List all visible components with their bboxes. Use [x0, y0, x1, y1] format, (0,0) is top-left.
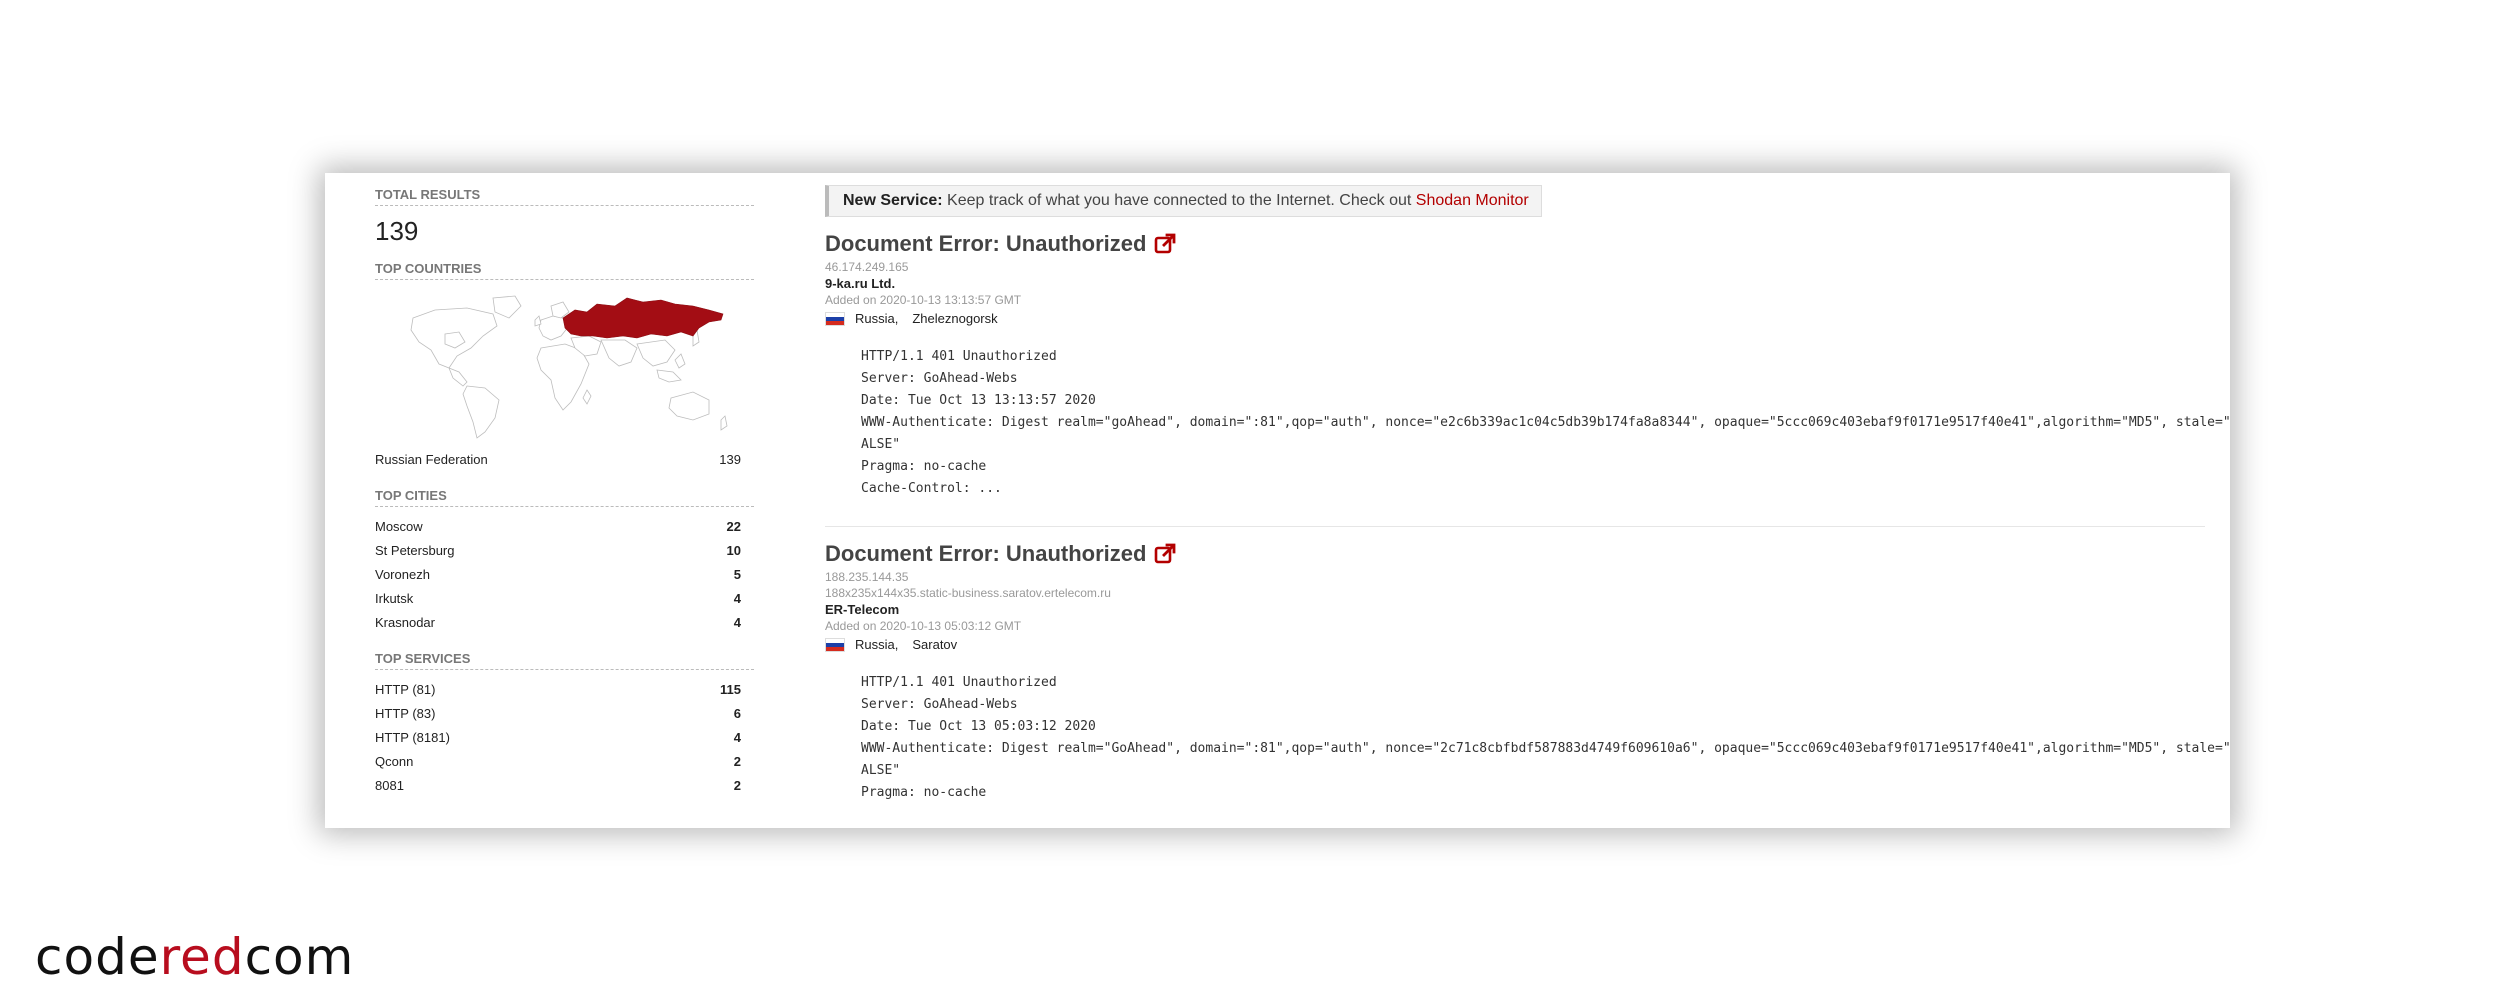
service-name[interactable]: 8081 — [375, 774, 404, 798]
service-count: 6 — [733, 706, 741, 721]
city-count: 10 — [726, 543, 741, 558]
result-divider — [825, 526, 2205, 527]
result-title[interactable]: Document Error: Unauthorized — [825, 231, 2205, 257]
notice-label: New Service: — [843, 192, 943, 209]
service-row[interactable]: Qconn 2 — [375, 750, 754, 774]
shodan-monitor-link[interactable]: Shodan Monitor — [1416, 192, 1529, 209]
result-country[interactable]: Russia, — [855, 311, 898, 326]
results-column: New Service: Keep track of what you have… — [825, 185, 2230, 804]
countries-list: Russian Federation 139 — [375, 448, 754, 472]
russia-flag-icon — [825, 311, 845, 326]
result-banner: HTTP/1.1 401 Unauthorized Server: GoAhea… — [861, 675, 2230, 800]
city-count: 5 — [733, 567, 741, 582]
city-row[interactable]: Voronezh 5 — [375, 563, 754, 587]
city-row[interactable]: Krasnodar 4 — [375, 611, 754, 635]
world-map[interactable] — [375, 290, 754, 440]
result-added-date: Added on 2020-10-13 05:03:12 GMT — [825, 619, 1022, 633]
external-link-icon[interactable] — [1154, 543, 1176, 565]
city-count: 22 — [726, 519, 741, 534]
cities-list: Moscow 22 St Petersburg 10 Voronezh 5 Irkut… — [375, 515, 754, 635]
service-count: 2 — [733, 754, 741, 769]
total-results-value: 139 — [375, 216, 419, 246]
screenshot-frame: TOTAL RESULTS 139 TOP COUNTRIES Russian … — [325, 173, 2230, 828]
service-name[interactable]: Qconn — [375, 750, 413, 774]
result-location: Russia, Zheleznogorsk — [825, 311, 2205, 326]
result-item: Document Error: Unauthorized 46.174.249.… — [825, 231, 2230, 500]
service-row[interactable]: HTTP (81) 115 — [375, 678, 754, 702]
result-location: Russia, Saratov — [825, 637, 2205, 652]
result-title-text[interactable]: Document Error: Unauthorized — [825, 231, 1146, 257]
service-count: 4 — [733, 730, 741, 745]
city-count: 4 — [733, 591, 741, 606]
notice-banner: New Service: Keep track of what you have… — [825, 185, 1542, 217]
top-services-title: TOP SERVICES — [375, 651, 754, 670]
result-country[interactable]: Russia, — [855, 637, 898, 652]
service-row[interactable]: HTTP (83) 6 — [375, 702, 754, 726]
russia-flag-icon — [825, 637, 845, 652]
result-ip[interactable]: 46.174.249.165 — [825, 260, 2205, 274]
city-name[interactable]: Irkutsk — [375, 587, 413, 611]
service-name[interactable]: HTTP (83) — [375, 702, 435, 726]
country-count: 139 — [719, 452, 741, 467]
top-cities-title: TOP CITIES — [375, 488, 754, 507]
result-city[interactable]: Zheleznogorsk — [912, 311, 997, 326]
result-city[interactable]: Saratov — [912, 637, 957, 652]
result-org[interactable]: ER-Telecom — [825, 602, 2205, 617]
city-name[interactable]: Krasnodar — [375, 611, 435, 635]
city-name[interactable]: Moscow — [375, 515, 423, 539]
sidebar: TOTAL RESULTS 139 TOP COUNTRIES Russian … — [375, 187, 754, 798]
result-org[interactable]: 9-ka.ru Ltd. — [825, 276, 2205, 291]
total-results-title: TOTAL RESULTS — [375, 187, 754, 206]
brand-part-code: code — [35, 928, 160, 986]
service-name[interactable]: HTTP (81) — [375, 678, 435, 702]
brand-part-red: red — [159, 928, 245, 986]
result-title-text[interactable]: Document Error: Unauthorized — [825, 541, 1146, 567]
city-row[interactable]: Moscow 22 — [375, 515, 754, 539]
country-row[interactable]: Russian Federation 139 — [375, 448, 754, 472]
service-row[interactable]: HTTP (8181) 4 — [375, 726, 754, 750]
external-link-icon[interactable] — [1154, 233, 1176, 255]
city-row[interactable]: St Petersburg 10 — [375, 539, 754, 563]
service-row[interactable]: 8081 2 — [375, 774, 754, 798]
city-name[interactable]: Voronezh — [375, 563, 430, 587]
result-added-date: Added on 2020-10-13 13:13:57 GMT — [825, 293, 1022, 307]
city-name[interactable]: St Petersburg — [375, 539, 455, 563]
result-item: Document Error: Unauthorized 188.235.144… — [825, 541, 2230, 804]
top-countries-title: TOP COUNTRIES — [375, 261, 754, 280]
result-ip[interactable]: 188.235.144.35 — [825, 570, 2205, 584]
result-title[interactable]: Document Error: Unauthorized — [825, 541, 2205, 567]
service-name[interactable]: HTTP (8181) — [375, 726, 450, 750]
brand-part-com: com — [244, 928, 355, 986]
service-count: 2 — [733, 778, 741, 793]
brand-logo: coderedcom — [35, 928, 354, 986]
service-count: 115 — [720, 682, 741, 697]
result-banner: HTTP/1.1 401 Unauthorized Server: GoAhea… — [861, 349, 2230, 496]
city-count: 4 — [733, 615, 741, 630]
notice-text: Keep track of what you have connected to… — [942, 192, 1416, 209]
services-list: HTTP (81) 115 HTTP (83) 6 HTTP (8181) 4 Qco… — [375, 678, 754, 798]
city-row[interactable]: Irkutsk 4 — [375, 587, 754, 611]
result-hostname: 188x235x144x35.static-business.saratov.e… — [825, 586, 1111, 600]
country-name[interactable]: Russian Federation — [375, 448, 488, 472]
